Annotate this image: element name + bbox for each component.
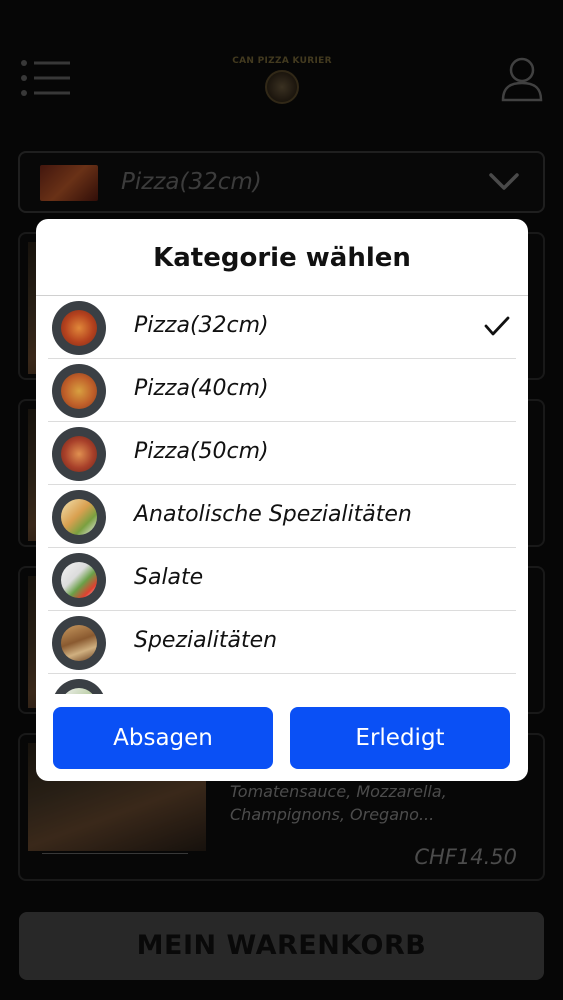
category-item-anatolian[interactable]: Anatolische Spezialitäten — [48, 485, 516, 548]
category-item-label: Salate — [134, 565, 204, 590]
category-list[interactable]: Pizza(32cm) Pizza(40cm) Pizza(50cm) Anat… — [48, 296, 516, 694]
done-button[interactable]: Erledigt — [290, 707, 510, 769]
pizza-32-icon — [52, 301, 106, 355]
pizza-40-icon — [52, 364, 106, 418]
anatolian-icon — [52, 490, 106, 544]
category-icon — [52, 679, 106, 694]
category-item-label: Pizza(50cm) — [134, 439, 269, 464]
salad-icon — [52, 553, 106, 607]
category-item-specialties[interactable]: Spezialitäten — [48, 611, 516, 674]
cancel-button[interactable]: Absagen — [53, 707, 273, 769]
dialog-title: Kategorie wählen — [36, 219, 528, 296]
category-item-label: Pizza(40cm) — [134, 376, 269, 401]
checkmark-icon — [484, 316, 510, 336]
category-item-label: Anatolische Spezialitäten — [134, 502, 412, 527]
category-item-pizza-32[interactable]: Pizza(32cm) — [48, 296, 516, 359]
category-dialog: Kategorie wählen Pizza(32cm) Pizza(40cm)… — [36, 219, 528, 781]
category-item-label: Spezialitäten — [134, 628, 278, 653]
category-item-partial[interactable] — [48, 674, 516, 694]
category-item-pizza-40[interactable]: Pizza(40cm) — [48, 359, 516, 422]
specialties-icon — [52, 616, 106, 670]
category-item-pizza-50[interactable]: Pizza(50cm) — [48, 422, 516, 485]
category-item-salads[interactable]: Salate — [48, 548, 516, 611]
category-item-label: Pizza(32cm) — [134, 313, 269, 338]
pizza-50-icon — [52, 427, 106, 481]
